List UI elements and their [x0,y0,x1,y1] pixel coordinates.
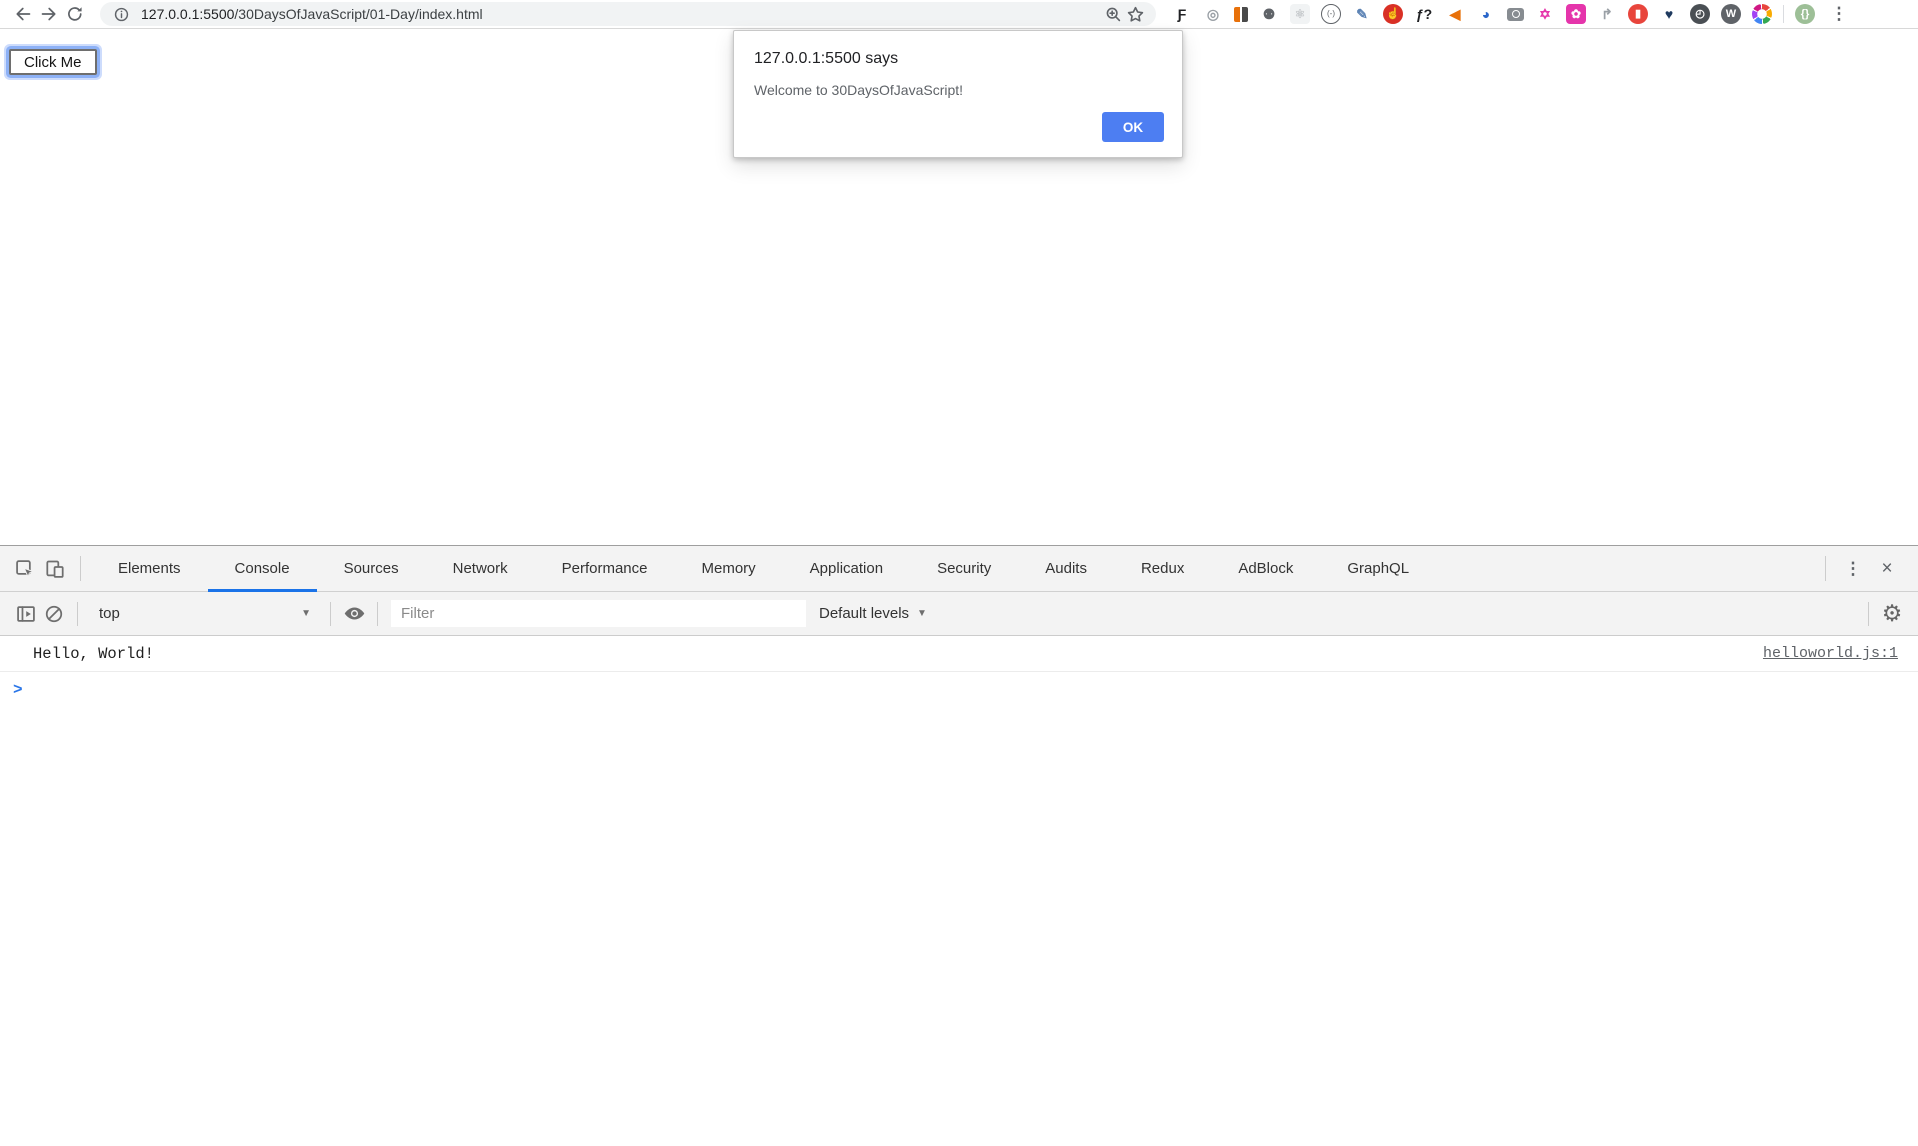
divider [1783,5,1784,23]
alert-dialog-message: Welcome to 30DaysOfJavaScript! [754,82,1162,98]
fonts-extension-icon[interactable]: Ƒ [1172,4,1192,24]
inspect-element-button[interactable] [10,546,40,591]
console-toolbar-right: ⚙ [1859,600,1906,628]
url-text: 127.0.0.1:5500/30DaysOfJavaScript/01-Day… [141,6,483,22]
gauge-circle-extension-icon[interactable]: ◴ [1690,4,1710,24]
console-sidebar-toggle-button[interactable] [12,600,40,628]
context-label: top [99,605,120,622]
tab-security[interactable]: Security [910,546,1018,591]
alert-dialog-title: 127.0.0.1:5500 says [754,50,1162,68]
json-viewer-extension-icon[interactable]: {} [1795,4,1815,24]
live-expression-eye-button[interactable] [340,600,368,628]
back-arrow-icon [13,4,33,24]
click-me-button[interactable]: Click Me [9,49,97,75]
chevron-down-icon: ▼ [917,608,927,619]
reload-icon [65,4,85,24]
tab-network[interactable]: Network [426,546,535,591]
log-levels-selector[interactable]: Default levels ▼ [819,600,927,628]
console-prompt[interactable]: > [0,672,1918,699]
levels-label: Default levels [819,605,909,622]
page-area: Click Me 127.0.0.1:5500 says Welcome to … [0,29,1918,545]
devtools-tabbar: ElementsConsoleSourcesNetworkPerformance… [0,546,1918,592]
extensions-row: Ƒ ◎ ⚉ ⚛ (-) ✎ ☝ ƒ? ◀ ◕ ✡ ✿ ↱ ▮ ♥ ◴ W {} [1172,4,1815,24]
console-toolbar: top ▼ Default levels ▼ ⚙ [0,592,1918,636]
devtools-close-button[interactable]: × [1870,546,1904,591]
eyedropper-extension-icon[interactable]: ✎ [1352,4,1372,24]
console-message-text: Hello, World! [33,645,154,663]
divider [77,602,78,626]
gear-icon: ⚙ [1882,602,1903,625]
forward-arrow-icon [39,4,59,24]
function-extension-icon[interactable]: ƒ? [1414,4,1434,24]
minus-circle-extension-icon[interactable]: (-) [1321,4,1341,24]
wave-circle-extension-icon[interactable]: W [1721,4,1741,24]
stop-hand-extension-icon[interactable]: ☝ [1383,4,1403,24]
console-prompt-chevron-icon: > [13,681,23,699]
heart-search-extension-icon[interactable]: ♥ [1659,4,1679,24]
zoom-indicator-icon[interactable] [1102,3,1124,25]
color-wheel-extension-icon[interactable] [1752,4,1772,24]
divider [377,602,378,626]
tab-adblock[interactable]: AdBlock [1211,546,1320,591]
console-settings-button[interactable]: ⚙ [1878,600,1906,628]
reload-button[interactable] [62,2,88,26]
url-host: 127.0.0.1:5500 [141,6,234,22]
divider [1825,556,1826,581]
tab-redux[interactable]: Redux [1114,546,1211,591]
divider [330,602,331,626]
tab-audits[interactable]: Audits [1018,546,1114,591]
devtools-panel: ElementsConsoleSourcesNetworkPerformance… [0,545,1918,1146]
browser-toolbar: 127.0.0.1:5500/30DaysOfJavaScript/01-Day… [0,0,1918,29]
divider [1868,602,1869,626]
tab-memory[interactable]: Memory [675,546,783,591]
page-info-icon[interactable] [110,3,132,25]
tab-sources[interactable]: Sources [317,546,426,591]
clear-console-button[interactable] [40,600,68,628]
address-bar[interactable]: 127.0.0.1:5500/30DaysOfJavaScript/01-Day… [100,2,1156,26]
bookmark-star-icon[interactable] [1124,3,1146,25]
url-path: /30DaysOfJavaScript/01-Day/index.html [234,6,482,22]
blue-swirl-extension-icon[interactable]: ◕ [1476,4,1496,24]
alert-dialog: 127.0.0.1:5500 says Welcome to 30DaysOfJ… [733,30,1183,158]
devtools-tabs: ElementsConsoleSourcesNetworkPerformance… [91,546,1436,591]
execution-context-selector[interactable]: top ▼ [89,600,321,628]
devtools-tabbar-right: ⋮ × [1815,546,1918,591]
console-messages: Hello, World! helloworld.js:1 [0,636,1918,672]
console-source-link[interactable]: helloworld.js:1 [1763,645,1898,662]
tab-graphql[interactable]: GraphQL [1320,546,1436,591]
tab-application[interactable]: Application [783,546,910,591]
console-message-row: Hello, World! helloworld.js:1 [0,636,1918,672]
forward-button[interactable] [36,2,62,26]
device-toolbar-button[interactable] [40,546,70,591]
console-filter-input[interactable] [391,600,806,627]
gray-blocks-arrow-extension-icon[interactable]: ↱ [1597,4,1617,24]
megaphone-extension-icon[interactable]: ◀ [1445,4,1465,24]
alert-ok-button[interactable]: OK [1102,112,1164,142]
orange-blocks-extension-icon[interactable] [1234,7,1248,22]
pink-gear-extension-icon[interactable]: ✿ [1566,4,1586,24]
browser-menu-button[interactable]: ⋮ [1829,4,1849,24]
chevron-down-icon: ▼ [301,608,311,619]
disabled-atom-extension-icon[interactable]: ⚛ [1290,4,1310,24]
graphql-extension-icon[interactable]: ✡ [1535,4,1555,24]
red-bookmark-extension-icon[interactable]: ▮ [1628,4,1648,24]
camera-extension-icon[interactable] [1507,8,1524,21]
bug-extension-icon[interactable]: ⚉ [1259,4,1279,24]
orbit-extension-icon[interactable]: ◎ [1203,4,1223,24]
devtools-menu-button[interactable]: ⋮ [1836,546,1870,591]
tab-performance[interactable]: Performance [535,546,675,591]
tab-console[interactable]: Console [208,546,317,591]
back-button[interactable] [10,2,36,26]
tab-elements[interactable]: Elements [91,546,208,591]
divider [80,556,81,581]
